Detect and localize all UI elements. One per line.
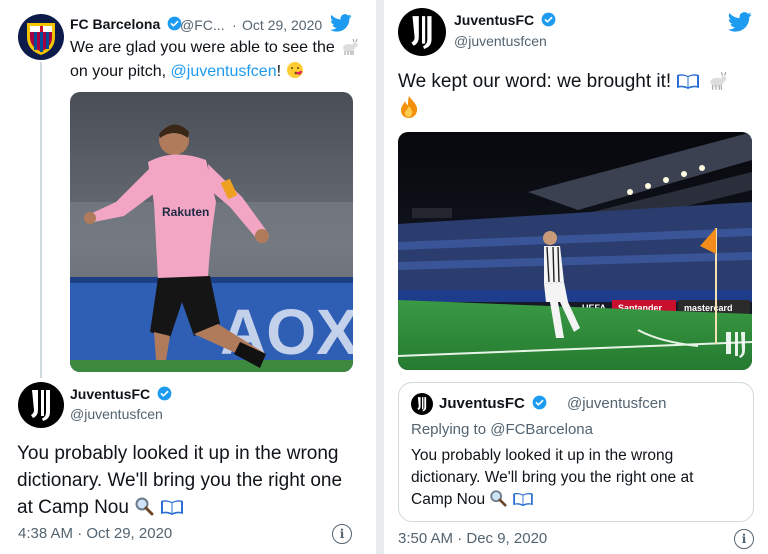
open-book-emoji-icon xyxy=(512,492,533,507)
verified-badge-icon xyxy=(541,12,556,27)
reply-text-line3-wrap: at Camp Nou xyxy=(17,494,367,521)
player-photo-illustration: AOX Rakuten xyxy=(70,92,353,372)
author-name-text: FC Barcelona xyxy=(70,16,161,32)
barcelona-tweet-card: FC Barcelona @FC... · Oct 29, 2020 We ar… xyxy=(0,0,376,554)
tweet-media-photo[interactable]: Santander mastercard UEFA xyxy=(398,132,752,370)
quoted-juventus-avatar xyxy=(411,393,433,415)
ad-board-mastercard-text: mastercard xyxy=(684,303,733,313)
magnifying-glass-emoji-icon xyxy=(490,490,507,507)
goat-emoji-icon xyxy=(710,72,727,90)
stadium-photo-illustration: Santander mastercard UEFA xyxy=(398,132,752,370)
juventus-logo-icon xyxy=(411,16,432,49)
author-name-text: JuventusFC xyxy=(454,12,535,28)
reply-text-line1: You probably looked it up in the wrong xyxy=(17,443,339,464)
author-handle[interactable]: @juventusfcen xyxy=(454,33,547,49)
reply-author-name[interactable]: JuventusFC xyxy=(70,386,172,402)
tweet-text: We kept our word: we brought it! xyxy=(398,68,758,124)
quoted-text-line3-wrap: Camp Nou xyxy=(411,489,747,511)
reply-text-line3: at Camp Nou xyxy=(17,497,129,518)
quoted-tweet-text: You probably looked it up in the wrong d… xyxy=(411,445,747,511)
juventus-reply-avatar[interactable] xyxy=(18,382,64,428)
quoted-text-line3: Camp Nou xyxy=(411,491,486,508)
fire-emoji-icon xyxy=(401,96,418,118)
quoted-author-handle: @juventusfcen xyxy=(567,395,667,412)
kiss-face-emoji-icon xyxy=(286,62,303,78)
juventus-tweet-card: JuventusFC @juventusfcen We kept our wor… xyxy=(384,0,768,554)
barcelona-avatar[interactable] xyxy=(18,14,64,60)
tweet-text-line1: We are glad you were able to see the xyxy=(70,39,335,56)
tweet-text-line2-post: ! xyxy=(276,63,282,80)
reply-text: You probably looked it up in the wrong d… xyxy=(17,440,367,521)
tweet-media-photo[interactable]: AOX Rakuten xyxy=(70,92,353,372)
tweet-text: We are glad you were able to see the on … xyxy=(70,36,370,84)
juventus-avatar[interactable] xyxy=(398,8,446,56)
juventus-logo-icon xyxy=(417,397,427,412)
author-name[interactable]: JuventusFC xyxy=(454,12,556,28)
author-name[interactable]: FC Barcelona xyxy=(70,16,182,32)
quoted-text-line1: You probably looked it up in the wrong xyxy=(411,447,674,464)
tweet-text-line2-pre: on your pitch, xyxy=(70,63,167,80)
open-book-emoji-icon xyxy=(677,74,700,89)
replying-to[interactable]: Replying to @FCBarcelona xyxy=(411,421,593,438)
reply-author-name-text: JuventusFC xyxy=(70,386,151,402)
tweet-date[interactable]: Oct 29, 2020 xyxy=(242,17,322,33)
author-handle[interactable]: @FC... xyxy=(180,17,225,33)
goat-emoji-icon xyxy=(343,39,358,55)
reply-text-line2: dictionary. We'll bring you the right on… xyxy=(17,470,343,491)
juventus-logo-icon xyxy=(31,390,50,421)
info-icon[interactable]: i xyxy=(734,529,754,549)
quoted-author-name: JuventusFC xyxy=(439,395,547,412)
reply-author-handle[interactable]: @juventusfcen xyxy=(70,406,163,422)
verified-badge-icon xyxy=(157,386,172,401)
separator-dot: · xyxy=(232,17,237,33)
twitter-bird-icon xyxy=(728,12,752,32)
mention-link[interactable]: @juventusfcen xyxy=(171,63,277,80)
tweet-timestamp[interactable]: 3:50 AM · Dec 9, 2020 xyxy=(398,530,547,547)
thread-line xyxy=(40,62,42,378)
shirt-sponsor-text: Rakuten xyxy=(162,205,209,219)
quoted-author-name-text: JuventusFC xyxy=(439,395,525,412)
barcelona-crest-icon xyxy=(27,23,55,55)
twitter-bird-icon xyxy=(330,14,352,32)
info-icon[interactable]: i xyxy=(332,524,352,544)
open-book-emoji-icon xyxy=(160,500,183,515)
quoted-text-line2: dictionary. We'll bring you the right on… xyxy=(411,469,694,486)
verified-badge-icon xyxy=(532,395,547,410)
tweet-text-line1: We kept our word: we brought it! xyxy=(398,71,672,92)
reply-timestamp[interactable]: 4:38 AM · Oct 29, 2020 xyxy=(18,525,172,542)
quoted-tweet-card[interactable]: JuventusFC @juventusfcen Replying to @FC… xyxy=(398,382,754,522)
magnifying-glass-emoji-icon xyxy=(135,497,154,516)
